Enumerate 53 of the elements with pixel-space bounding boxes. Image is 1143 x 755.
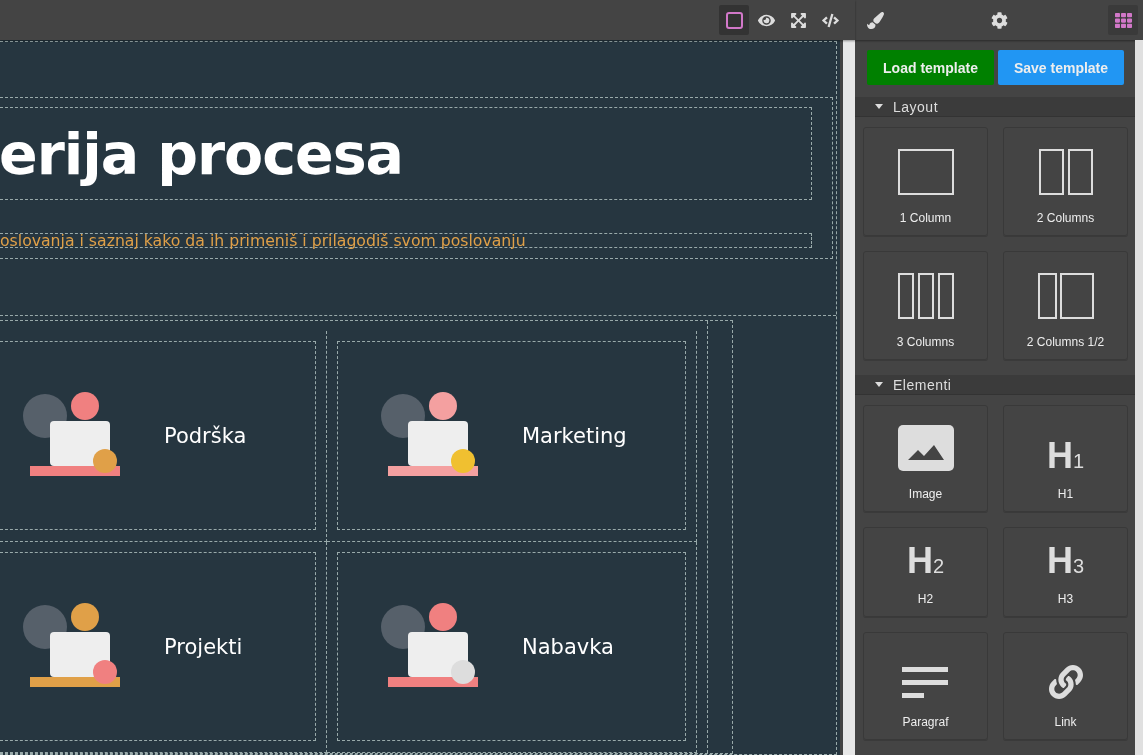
three-columns-icon	[897, 273, 954, 319]
block-tile[interactable]: Link	[1003, 632, 1128, 740]
card-label: Nabavka	[522, 634, 614, 659]
block-tile[interactable]: H2 H2	[863, 527, 988, 617]
block-label: H2	[917, 592, 934, 606]
card-label: Podrška	[164, 423, 247, 448]
settings-icon	[990, 11, 1008, 29]
block-tile[interactable]: H3 H3	[1003, 527, 1128, 617]
scrollbar[interactable]	[843, 40, 855, 755]
two-columns-icon	[1037, 149, 1094, 195]
block-tile[interactable]: 3 Columns	[863, 251, 988, 360]
block-label: Link	[1054, 715, 1077, 729]
code-icon	[821, 11, 839, 29]
load-button[interactable]: Load template	[867, 50, 994, 85]
caret-icon	[875, 382, 883, 387]
block-tile[interactable]: 2 Columns	[1003, 127, 1128, 236]
block-label: 1 Column	[899, 211, 952, 225]
paragraph-icon	[901, 667, 950, 699]
page-heading: erija procesa	[0, 120, 404, 187]
subtitle-text: oslovanja i saznaj kako da ih primeniš i prilagodiš svom poslovanju	[0, 233, 812, 248]
block-label: H3	[1057, 592, 1074, 606]
block-label: Image	[908, 487, 943, 501]
square-icon	[725, 11, 743, 29]
card-label: Projekti	[164, 634, 243, 659]
block-tile[interactable]: Image	[863, 405, 988, 512]
heading-icon: H1	[1046, 438, 1085, 479]
block-tile[interactable]: 2 Columns 1/2	[1003, 251, 1128, 360]
two-columns-icon	[1037, 273, 1094, 319]
category-title: Elementi	[893, 376, 952, 393]
block-label: H1	[1057, 487, 1074, 501]
image-icon	[897, 425, 954, 471]
fullscreen-icon	[789, 11, 807, 29]
toolbar-button[interactable]	[719, 5, 749, 35]
block-label: Paragraf	[902, 715, 949, 729]
one-column-icon	[897, 149, 954, 195]
link-icon	[1048, 665, 1083, 699]
block-tile[interactable]: Paragraf	[863, 632, 988, 740]
block-label: 3 Columns	[896, 335, 955, 349]
paint-brush-icon	[866, 11, 884, 29]
panel-tab[interactable]	[1108, 5, 1138, 35]
heading-icon: H3	[1046, 543, 1085, 584]
heading-icon: H2	[906, 543, 945, 584]
category-title: Layout	[893, 98, 939, 115]
scrollbar[interactable]	[1135, 40, 1143, 755]
grid-icon	[1114, 11, 1132, 29]
block-label: 2 Columns	[1036, 211, 1095, 225]
block-tile[interactable]: H1 H1	[1003, 405, 1128, 512]
category-header[interactable]: Elementi	[855, 375, 1135, 395]
card-label: Marketing	[522, 423, 627, 448]
block-tile[interactable]: 1 Column	[863, 127, 988, 236]
caret-icon	[875, 104, 883, 109]
category-header[interactable]: Layout	[855, 97, 1135, 117]
block-label: 2 Columns 1/2	[1026, 335, 1105, 349]
